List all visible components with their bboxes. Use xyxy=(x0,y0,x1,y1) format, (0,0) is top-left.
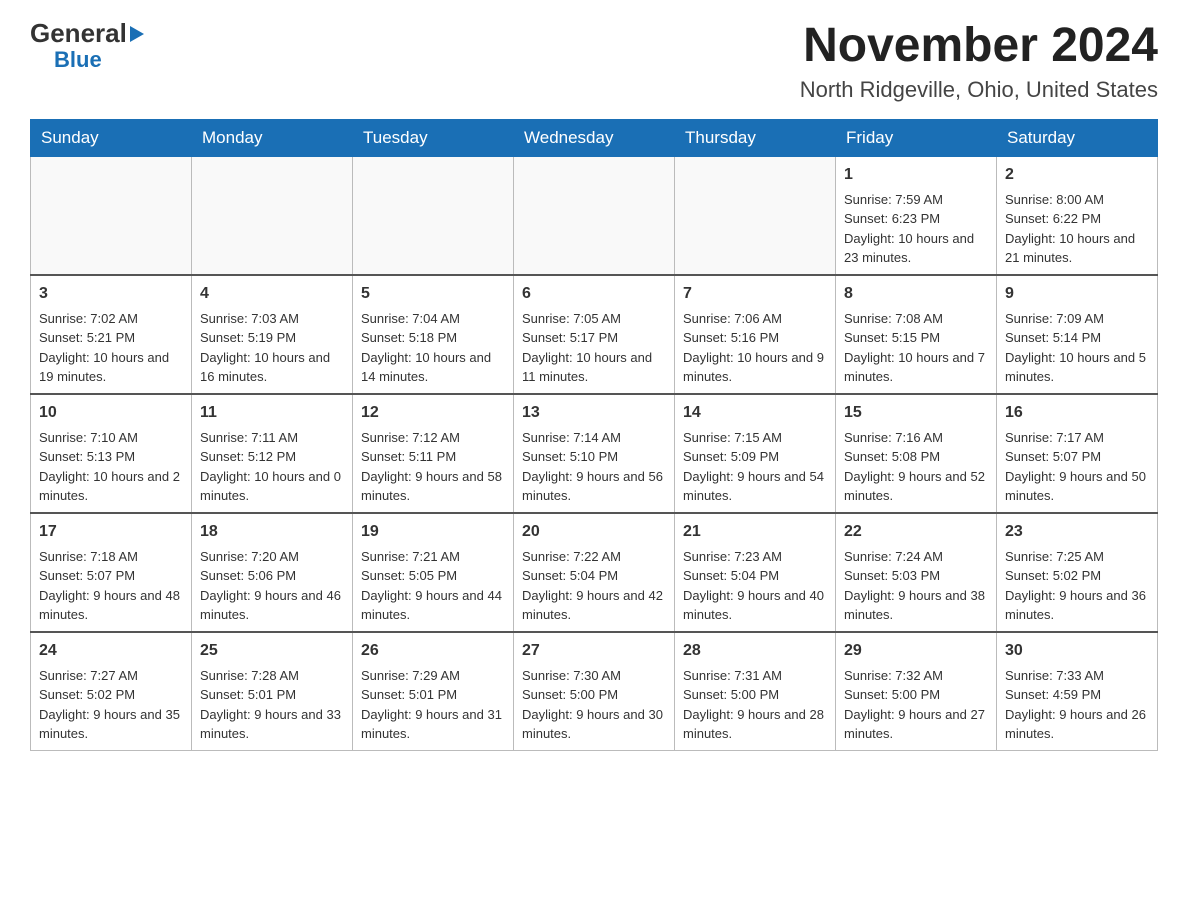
table-row xyxy=(31,156,192,275)
table-row: 8Sunrise: 7:08 AMSunset: 5:15 PMDaylight… xyxy=(836,275,997,394)
table-row: 18Sunrise: 7:20 AMSunset: 5:06 PMDayligh… xyxy=(192,513,353,632)
table-row: 30Sunrise: 7:33 AMSunset: 4:59 PMDayligh… xyxy=(997,632,1158,751)
table-row: 20Sunrise: 7:22 AMSunset: 5:04 PMDayligh… xyxy=(514,513,675,632)
header-sunday: Sunday xyxy=(31,119,192,156)
table-row: 14Sunrise: 7:15 AMSunset: 5:09 PMDayligh… xyxy=(675,394,836,513)
calendar-subtitle: North Ridgeville, Ohio, United States xyxy=(800,77,1158,103)
table-row: 4Sunrise: 7:03 AMSunset: 5:19 PMDaylight… xyxy=(192,275,353,394)
calendar-header-row: Sunday Monday Tuesday Wednesday Thursday… xyxy=(31,119,1158,156)
table-row: 9Sunrise: 7:09 AMSunset: 5:14 PMDaylight… xyxy=(997,275,1158,394)
table-row: 26Sunrise: 7:29 AMSunset: 5:01 PMDayligh… xyxy=(353,632,514,751)
table-row: 15Sunrise: 7:16 AMSunset: 5:08 PMDayligh… xyxy=(836,394,997,513)
header-monday: Monday xyxy=(192,119,353,156)
header-friday: Friday xyxy=(836,119,997,156)
table-row: 24Sunrise: 7:27 AMSunset: 5:02 PMDayligh… xyxy=(31,632,192,751)
table-row xyxy=(675,156,836,275)
logo-general-text: General xyxy=(30,18,144,48)
table-row: 16Sunrise: 7:17 AMSunset: 5:07 PMDayligh… xyxy=(997,394,1158,513)
title-area: November 2024 North Ridgeville, Ohio, Un… xyxy=(800,20,1158,103)
table-row xyxy=(514,156,675,275)
table-row: 1Sunrise: 7:59 AMSunset: 6:23 PMDaylight… xyxy=(836,156,997,275)
table-row: 10Sunrise: 7:10 AMSunset: 5:13 PMDayligh… xyxy=(31,394,192,513)
table-row: 7Sunrise: 7:06 AMSunset: 5:16 PMDaylight… xyxy=(675,275,836,394)
header-saturday: Saturday xyxy=(997,119,1158,156)
table-row: 19Sunrise: 7:21 AMSunset: 5:05 PMDayligh… xyxy=(353,513,514,632)
table-row: 21Sunrise: 7:23 AMSunset: 5:04 PMDayligh… xyxy=(675,513,836,632)
table-row: 12Sunrise: 7:12 AMSunset: 5:11 PMDayligh… xyxy=(353,394,514,513)
logo: General Blue xyxy=(30,20,144,73)
page-header: General Blue November 2024 North Ridgevi… xyxy=(30,20,1158,103)
logo-top-row: General xyxy=(30,20,144,47)
table-row xyxy=(353,156,514,275)
header-wednesday: Wednesday xyxy=(514,119,675,156)
logo-blue-text: Blue xyxy=(54,47,102,73)
table-row: 11Sunrise: 7:11 AMSunset: 5:12 PMDayligh… xyxy=(192,394,353,513)
table-row: 23Sunrise: 7:25 AMSunset: 5:02 PMDayligh… xyxy=(997,513,1158,632)
table-row: 5Sunrise: 7:04 AMSunset: 5:18 PMDaylight… xyxy=(353,275,514,394)
table-row: 22Sunrise: 7:24 AMSunset: 5:03 PMDayligh… xyxy=(836,513,997,632)
table-row: 25Sunrise: 7:28 AMSunset: 5:01 PMDayligh… xyxy=(192,632,353,751)
table-row: 29Sunrise: 7:32 AMSunset: 5:00 PMDayligh… xyxy=(836,632,997,751)
header-tuesday: Tuesday xyxy=(353,119,514,156)
header-thursday: Thursday xyxy=(675,119,836,156)
table-row: 2Sunrise: 8:00 AMSunset: 6:22 PMDaylight… xyxy=(997,156,1158,275)
table-row: 17Sunrise: 7:18 AMSunset: 5:07 PMDayligh… xyxy=(31,513,192,632)
calendar-title: November 2024 xyxy=(800,20,1158,73)
table-row: 3Sunrise: 7:02 AMSunset: 5:21 PMDaylight… xyxy=(31,275,192,394)
table-row: 6Sunrise: 7:05 AMSunset: 5:17 PMDaylight… xyxy=(514,275,675,394)
table-row xyxy=(192,156,353,275)
table-row: 27Sunrise: 7:30 AMSunset: 5:00 PMDayligh… xyxy=(514,632,675,751)
table-row: 13Sunrise: 7:14 AMSunset: 5:10 PMDayligh… xyxy=(514,394,675,513)
table-row: 28Sunrise: 7:31 AMSunset: 5:00 PMDayligh… xyxy=(675,632,836,751)
calendar-table: Sunday Monday Tuesday Wednesday Thursday… xyxy=(30,119,1158,751)
